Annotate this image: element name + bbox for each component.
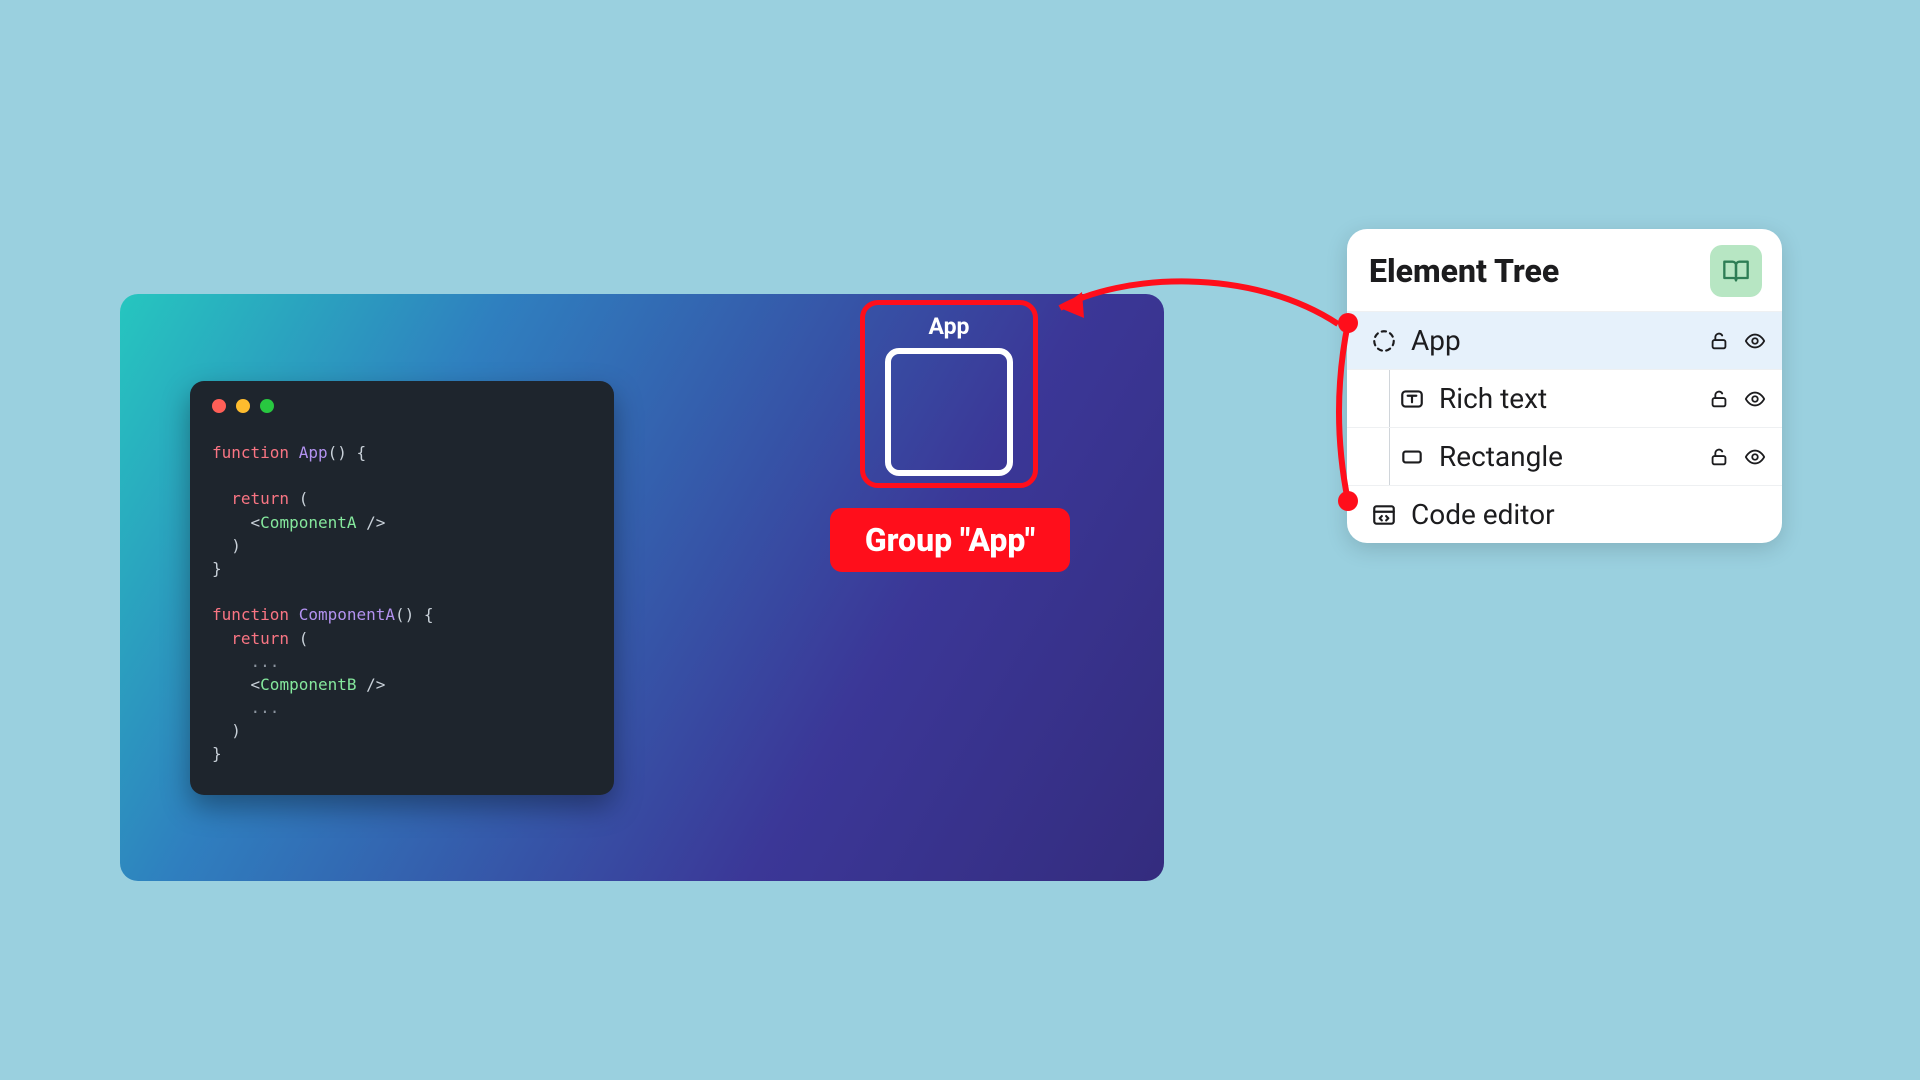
row-label: Code editor (1411, 498, 1766, 531)
tree-row-code-editor[interactable]: Code editor (1347, 485, 1782, 543)
book-open-icon (1722, 257, 1750, 285)
visibility-toggle[interactable] (1744, 446, 1766, 468)
minimize-icon (236, 399, 250, 413)
close-icon (212, 399, 226, 413)
row-label: Rich text (1439, 382, 1708, 415)
row-icon (1369, 502, 1399, 528)
group-highlight: App (860, 300, 1038, 488)
row-icon (1369, 328, 1399, 354)
unlock-icon (1708, 330, 1730, 352)
group-title: App (929, 313, 970, 340)
zoom-icon (260, 399, 274, 413)
row-icon (1397, 386, 1427, 412)
panel-title: Element Tree (1369, 252, 1559, 290)
docs-button[interactable] (1710, 245, 1762, 297)
tree-row-rectangle[interactable]: Rectangle (1347, 427, 1782, 485)
lock-toggle[interactable] (1708, 446, 1730, 468)
lock-toggle[interactable] (1708, 330, 1730, 352)
eye-icon (1744, 446, 1766, 468)
unlock-icon (1708, 388, 1730, 410)
lock-toggle[interactable] (1708, 388, 1730, 410)
row-label: App (1411, 324, 1708, 357)
window-controls (212, 399, 592, 413)
row-tools (1708, 330, 1766, 352)
text-icon (1399, 386, 1425, 412)
visibility-toggle[interactable] (1744, 388, 1766, 410)
row-label: Rectangle (1439, 440, 1708, 473)
row-tools (1708, 388, 1766, 410)
tree-row-app[interactable]: App (1347, 311, 1782, 369)
visibility-toggle[interactable] (1744, 330, 1766, 352)
rectangle-element (885, 348, 1013, 476)
element-tree-panel: Element Tree App Rich text Rectangle Code e… (1347, 229, 1782, 543)
rectangle-icon (1399, 444, 1425, 470)
panel-header: Element Tree (1347, 229, 1782, 311)
row-tools (1708, 446, 1766, 468)
code-editor-window: function App() { return ( <ComponentA />… (190, 381, 614, 795)
code-window-icon (1371, 502, 1397, 528)
eye-icon (1744, 330, 1766, 352)
code-content: function App() { return ( <ComponentA />… (212, 441, 592, 766)
annotation-callout: Group "App" (830, 508, 1070, 572)
tree-row-rich-text[interactable]: Rich text (1347, 369, 1782, 427)
unlock-icon (1708, 446, 1730, 468)
row-icon (1397, 444, 1427, 470)
eye-icon (1744, 388, 1766, 410)
dashed-circle-icon (1371, 328, 1397, 354)
